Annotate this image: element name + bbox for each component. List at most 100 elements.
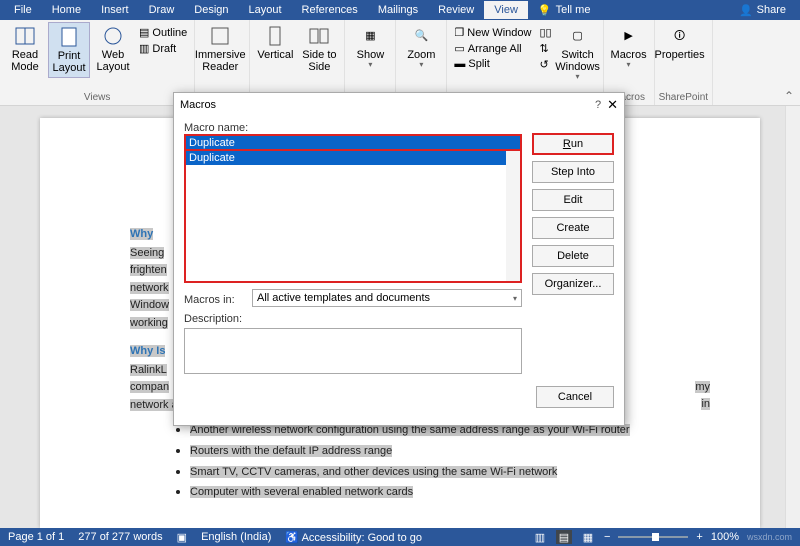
outline-icon: ▤ [139,26,149,39]
close-button[interactable]: ✕ [607,97,618,113]
proofing-icon[interactable]: ▣ [177,531,187,544]
run-button[interactable]: Run [532,133,614,155]
side-to-side-button[interactable]: Side to Side [298,22,340,76]
watermark: wsxdn.com [747,532,792,542]
body-text: compan [130,381,169,393]
vertical-button[interactable]: Vertical [254,22,296,64]
reset-window-button[interactable]: ↺ [536,57,554,72]
immersive-reader-button[interactable]: Immersive Reader [199,22,241,76]
group-sharepoint: 🛈Properties SharePoint [655,20,713,105]
description-box[interactable] [184,328,522,374]
zoom-button[interactable]: 🔍Zoom▾ [400,22,442,73]
vertical-scrollbar[interactable] [785,106,800,528]
tab-view[interactable]: View [484,1,528,19]
show-button[interactable]: ▦Show▾ [349,22,391,73]
step-into-button[interactable]: Step Into [532,161,614,183]
chevron-down-icon: ▾ [627,61,631,70]
macro-list[interactable]: Duplicate [184,151,522,283]
tab-references[interactable]: References [292,1,368,19]
zoom-in-button[interactable]: + [696,531,702,543]
immersive-icon [209,25,231,47]
macros-in-label: Macros in: [184,294,246,306]
draft-icon: ▥ [139,42,149,55]
web-layout-button[interactable]: Web Layout [92,22,134,76]
switch-windows-button[interactable]: ▢Switch Windows▾ [557,22,599,85]
body-text: working [130,317,168,329]
delete-button[interactable]: Delete [532,245,614,267]
tab-layout[interactable]: Layout [239,1,292,19]
dialog-titlebar: Macros ? ✕ [174,93,624,117]
body-text: my [695,381,710,393]
macro-list-item[interactable]: Duplicate [186,151,520,165]
split-button[interactable]: ▬Split [451,57,534,71]
group-label: SharePoint [659,90,708,105]
cancel-button[interactable]: Cancel [536,386,614,408]
bullet-list: Another wireless network configuration u… [190,419,670,502]
share-button[interactable]: 👤Share [729,4,796,17]
page-count[interactable]: Page 1 of 1 [8,531,64,543]
tab-insert[interactable]: Insert [91,1,139,19]
tab-draw[interactable]: Draw [139,1,185,19]
zoom-level[interactable]: 100% [711,531,739,543]
group-views: Read Mode Print Layout Web Layout ▤Outli… [0,20,195,105]
organizer-button[interactable]: Organizer... [532,273,614,295]
body-text: in [701,398,710,410]
tab-mailings[interactable]: Mailings [368,1,428,19]
macros-icon: ▶ [618,25,640,47]
tab-design[interactable]: Design [184,1,238,19]
chevron-down-icon: ▾ [419,61,423,70]
properties-icon: 🛈 [669,25,691,47]
chevron-down-icon: ▾ [368,61,372,70]
tab-review[interactable]: Review [428,1,484,19]
share-icon: 👤 [739,4,753,17]
switch-windows-icon: ▢ [567,25,589,47]
macros-in-select[interactable]: All active templates and documents▾ [252,289,522,307]
outline-button[interactable]: ▤Outline [136,25,190,40]
macros-dialog: Macros ? ✕ Macro name: Duplicate Duplica… [173,92,625,426]
properties-button[interactable]: 🛈Properties [659,22,701,64]
create-button[interactable]: Create [532,217,614,239]
body-text: network [130,282,169,294]
accessibility[interactable]: ♿ Accessibility: Good to go [285,531,422,544]
edit-button[interactable]: Edit [532,189,614,211]
read-mode-button[interactable]: Read Mode [4,22,46,76]
zoom-slider[interactable] [618,536,688,538]
language[interactable]: English (India) [201,531,271,543]
print-layout-icon [58,26,80,48]
side-by-side-icon: ▯▯ [539,26,551,39]
macros-button[interactable]: ▶Macros▾ [608,22,650,73]
tab-file[interactable]: File [4,1,42,19]
view-side-button[interactable]: ▯▯ [536,25,554,40]
group-label: Views [4,90,190,105]
zoom-out-button[interactable]: − [604,531,610,543]
web-layout-icon [102,25,124,47]
arrange-all-button[interactable]: ▭Arrange All [451,41,534,56]
dialog-title: Macros [180,99,216,111]
macro-name-input[interactable]: Duplicate [184,134,522,151]
collapse-ribbon-button[interactable]: ⌃ [784,89,794,103]
reset-icon: ↺ [539,58,548,71]
word-count[interactable]: 277 of 277 words [78,531,162,543]
zoom-icon: 🔍 [410,25,432,47]
vertical-icon [264,25,286,47]
new-window-icon: ❐ [454,26,464,39]
help-button[interactable]: ? [595,99,601,111]
heading: Why Is [130,345,165,357]
web-layout-view-button[interactable]: ▦ [580,530,596,544]
lightbulb-icon: 💡 [538,4,552,17]
print-layout-button[interactable]: Print Layout [48,22,90,78]
heading: Why [130,228,153,240]
print-layout-view-button[interactable]: ▤ [556,530,572,544]
read-mode-view-button[interactable]: ▥ [532,530,548,544]
body-text: Seeing [130,247,164,259]
description-label: Description: [184,313,522,325]
tell-me[interactable]: 💡Tell me [528,4,601,17]
sync-scroll-button[interactable]: ⇅ [536,41,554,56]
status-bar: Page 1 of 1 277 of 277 words ▣ English (… [0,528,800,546]
read-mode-icon [14,25,36,47]
draft-button[interactable]: ▥Draft [136,41,190,56]
list-scrollbar[interactable] [506,151,520,281]
show-icon: ▦ [359,25,381,47]
tab-home[interactable]: Home [42,1,91,19]
new-window-button[interactable]: ❐New Window [451,25,534,40]
